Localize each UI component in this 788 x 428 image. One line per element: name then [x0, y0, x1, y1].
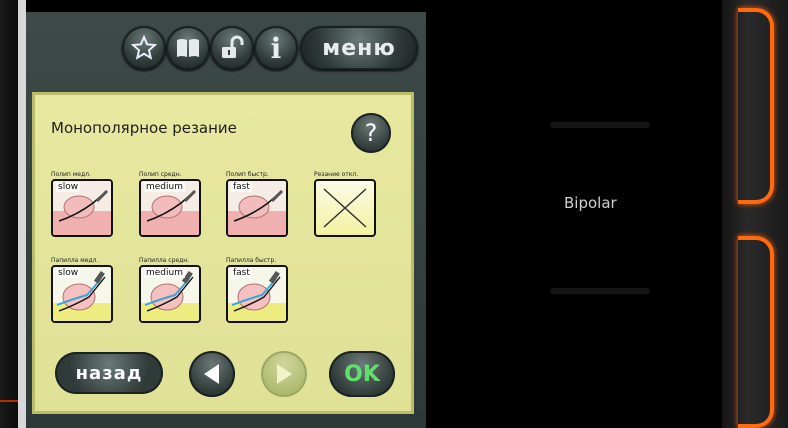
- option-label-cut-off: Резание откл.: [314, 171, 359, 178]
- monopolar-cut-dialog: Монополярное резание ? Полип медл. Полип…: [32, 92, 414, 414]
- manual-button[interactable]: [166, 26, 210, 70]
- question-icon: ?: [364, 119, 378, 147]
- option-polyp-medium[interactable]: medium: [139, 179, 201, 237]
- dialog-title: Монополярное резание: [51, 119, 237, 137]
- book-icon: [177, 39, 199, 57]
- option-label-polyp-slow: Полип медл.: [51, 171, 91, 178]
- option-cut-off[interactable]: [314, 179, 376, 237]
- ok-button[interactable]: OK: [329, 351, 395, 397]
- speed-label: fast: [231, 182, 252, 192]
- info-button[interactable]: i: [254, 26, 298, 70]
- back-label: назад: [75, 362, 143, 384]
- control-screen: i меню Монополярное резание ? Полип медл…: [26, 12, 426, 428]
- upper-orange-key[interactable]: [738, 8, 774, 204]
- option-papilla-slow[interactable]: slow: [51, 265, 113, 323]
- speed-label: slow: [56, 182, 81, 192]
- menu-label: меню: [322, 35, 396, 61]
- option-label-papilla-medium: Папилла средн.: [139, 257, 190, 264]
- favorites-button[interactable]: [122, 26, 166, 70]
- inactive-mode-indicator: [550, 288, 650, 294]
- bipolar-mode-label: Bipolar: [564, 194, 617, 212]
- star-icon: [131, 35, 157, 60]
- speed-label: slow: [56, 268, 81, 278]
- back-button[interactable]: назад: [55, 352, 163, 394]
- inactive-mode-indicator: [550, 122, 650, 128]
- speed-label: fast: [231, 268, 252, 278]
- option-label-papilla-fast: Папилла быстр.: [226, 257, 277, 264]
- option-polyp-slow[interactable]: slow: [51, 179, 113, 237]
- previous-button[interactable]: [189, 351, 235, 397]
- help-button[interactable]: ?: [351, 113, 391, 153]
- ok-label: OK: [344, 361, 380, 387]
- option-polyp-fast[interactable]: fast: [226, 179, 288, 237]
- option-papilla-medium[interactable]: medium: [139, 265, 201, 323]
- next-button[interactable]: [261, 351, 307, 397]
- option-label-papilla-slow: Папилла медл.: [51, 257, 99, 264]
- speed-label: medium: [144, 182, 185, 192]
- speed-label: medium: [144, 268, 185, 278]
- arrow-right-icon: [277, 364, 292, 384]
- unlock-icon: [222, 35, 244, 58]
- option-papilla-fast[interactable]: fast: [226, 265, 288, 323]
- unlock-button[interactable]: [210, 26, 254, 70]
- menu-button[interactable]: меню: [300, 26, 418, 70]
- arrow-left-icon: [204, 364, 219, 384]
- option-label-polyp-fast: Полип быстр.: [226, 171, 269, 178]
- lower-orange-key[interactable]: [738, 236, 774, 428]
- cross-icon: [323, 188, 367, 228]
- screen-border: [18, 0, 26, 428]
- info-icon: i: [270, 31, 282, 65]
- option-label-polyp-medium: Полип средн.: [139, 171, 182, 178]
